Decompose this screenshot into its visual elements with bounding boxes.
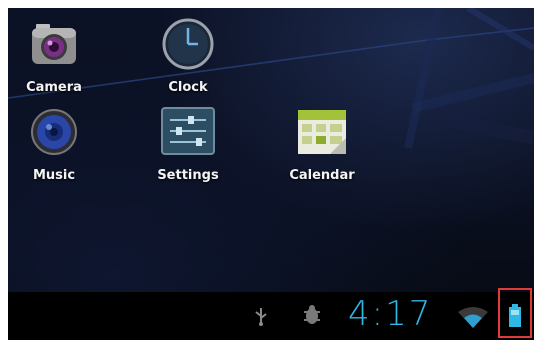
app-music[interactable]: Music: [8, 102, 104, 183]
app-label: Settings: [157, 168, 219, 183]
app-clock[interactable]: Clock: [138, 14, 238, 95]
wifi-icon: [456, 306, 490, 332]
highlight-box: [498, 288, 532, 338]
camera-icon: [22, 14, 86, 78]
settings-icon: [156, 102, 220, 166]
app-label: Clock: [168, 80, 208, 95]
calendar-icon: [290, 102, 354, 166]
status-clock[interactable]: 4:17: [348, 294, 432, 334]
home-screen: Camera Clock Music Settings Calendar 4:1…: [8, 8, 534, 340]
app-label: Music: [32, 168, 76, 183]
clock-icon: [156, 14, 220, 78]
app-camera[interactable]: Camera: [8, 14, 104, 95]
app-settings[interactable]: Settings: [138, 102, 238, 183]
usb-icon: [254, 306, 268, 330]
app-calendar[interactable]: Calendar: [272, 102, 372, 183]
music-icon: [22, 102, 86, 166]
app-label: Calendar: [289, 168, 355, 183]
status-bar[interactable]: 4:17: [8, 292, 534, 340]
app-label: Camera: [26, 80, 82, 95]
debug-icon: [302, 304, 322, 330]
